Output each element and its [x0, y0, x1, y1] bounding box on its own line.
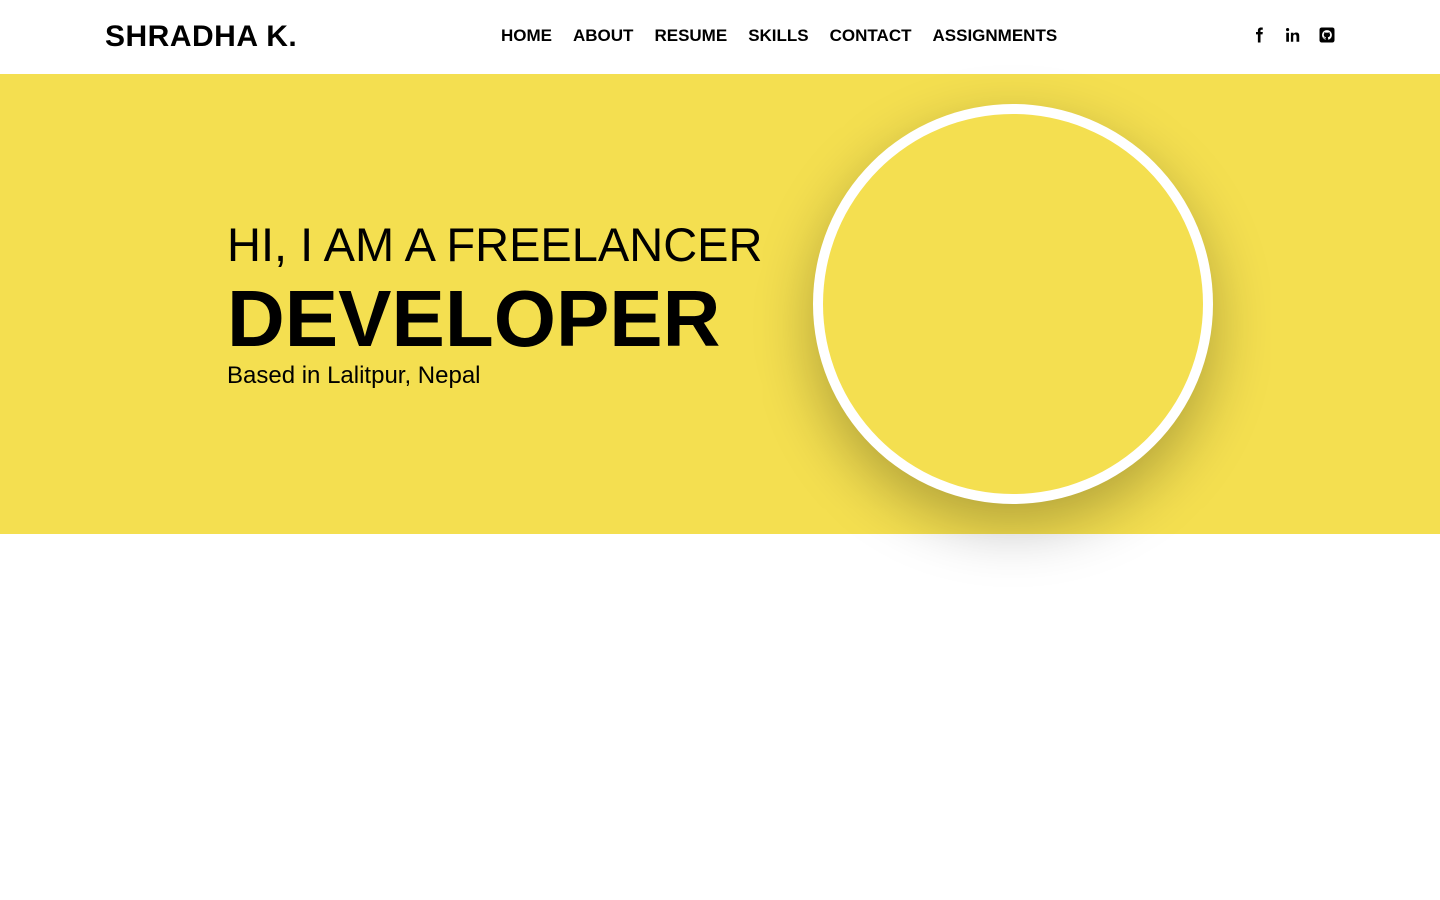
- profile-photo-frame: [813, 104, 1213, 504]
- nav-item-assignments: ASSIGNMENTS: [932, 26, 1057, 46]
- hero-section: HI, I AM A FREELANCER DEVELOPER Based in…: [0, 74, 1440, 534]
- hero-location: Based in Lalitpur, Nepal: [227, 362, 481, 389]
- github-link[interactable]: [1318, 26, 1336, 44]
- nav-item-about: ABOUT: [573, 26, 633, 46]
- hero-text: HI, I AM A FREELANCER DEVELOPER Based in…: [227, 219, 762, 391]
- linkedin-link[interactable]: [1284, 26, 1302, 44]
- nav-item-contact: CONTACT: [830, 26, 912, 46]
- brand-logo[interactable]: SHRADHA K.: [105, 19, 297, 55]
- facebook-link[interactable]: [1250, 26, 1268, 44]
- nav-item-home: HOME: [501, 26, 552, 46]
- social-links: [1250, 26, 1336, 44]
- nav-link-contact[interactable]: CONTACT: [830, 26, 912, 45]
- nav-item-resume: RESUME: [654, 26, 727, 46]
- nav-link-about[interactable]: ABOUT: [573, 26, 633, 45]
- github-icon: [1319, 27, 1335, 43]
- nav-list: HOME ABOUT RESUME SKILLS CONTACT ASSIGNM…: [501, 26, 1057, 46]
- facebook-icon: [1256, 27, 1263, 43]
- hero-title: DEVELOPER: [227, 274, 721, 363]
- linkedin-icon: [1286, 28, 1300, 42]
- nav-link-assignments[interactable]: ASSIGNMENTS: [932, 26, 1057, 45]
- nav-link-skills[interactable]: SKILLS: [748, 26, 808, 45]
- hero-intro: HI, I AM A FREELANCER: [227, 218, 763, 271]
- nav-item-skills: SKILLS: [748, 26, 808, 46]
- nav-link-home[interactable]: HOME: [501, 26, 552, 45]
- profile-photo: [823, 114, 1203, 494]
- top-navbar: SHRADHA K. HOME ABOUT RESUME SKILLS CONT…: [0, 0, 1440, 74]
- nav-link-resume[interactable]: RESUME: [654, 26, 727, 45]
